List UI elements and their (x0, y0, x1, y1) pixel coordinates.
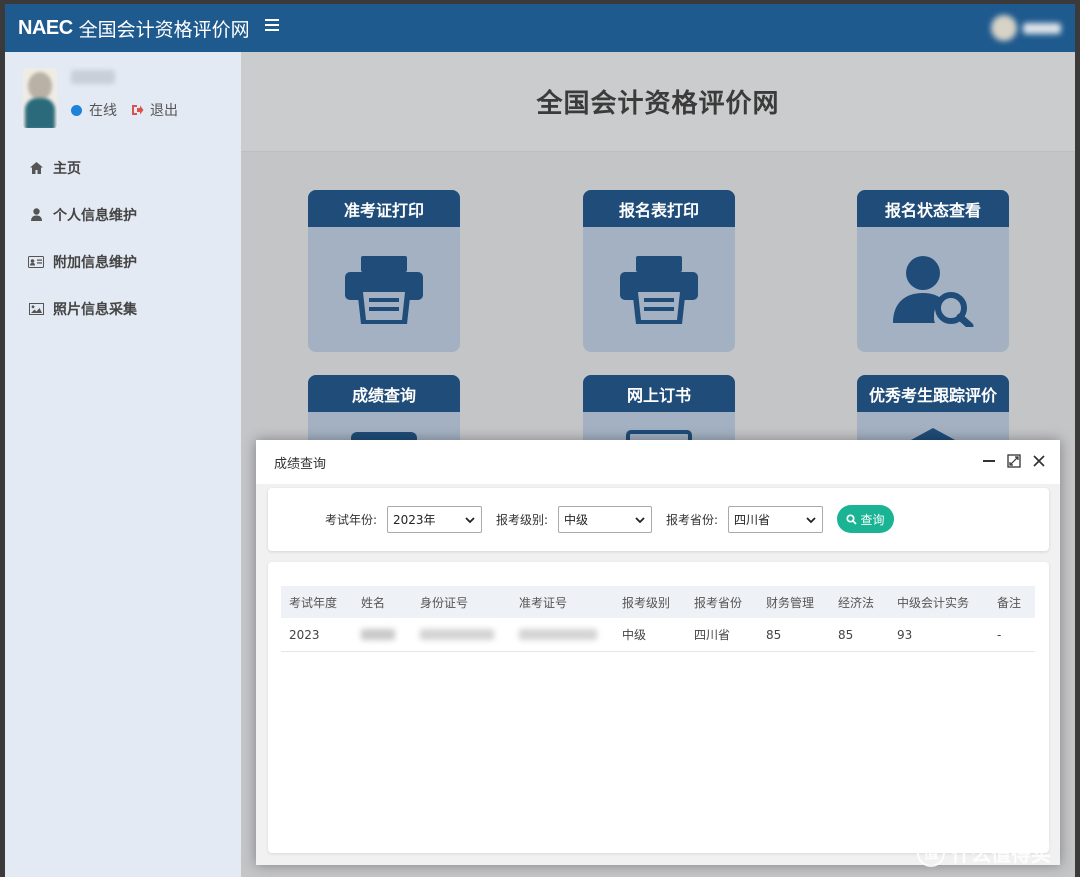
tile-admission-print[interactable]: 准考证打印 (308, 190, 460, 352)
sidebar-item-label: 附加信息维护 (53, 254, 137, 271)
column-header: 身份证号 (420, 595, 469, 610)
column-header: 中级会计实务 (897, 595, 970, 610)
menu-toggle-icon[interactable] (265, 19, 279, 34)
close-icon[interactable] (1030, 452, 1048, 470)
column-header: 备注 (997, 595, 1022, 610)
tile-label: 准考证打印 (308, 190, 460, 227)
year-select-value: 2023年 (393, 513, 436, 527)
search-filter-bar: 考试年份: 2023年 报考级别: 中级 报考省份: 四川省 查询 (268, 488, 1049, 551)
column-header: 姓名 (361, 595, 386, 610)
column-header: 准考证号 (519, 595, 568, 610)
cell-intermediate-accounting: 93 (897, 627, 913, 642)
query-button-label: 查询 (860, 512, 885, 527)
username-redacted (71, 70, 115, 84)
sidebar-item-label: 照片信息采集 (53, 301, 137, 318)
sidebar-item-additional-info[interactable]: 附加信息维护 (5, 238, 241, 285)
tile-label: 网上订书 (583, 375, 735, 412)
table-header: 考试年度 姓名 身份证号 准考证号 报考级别 报考省份 财务管理 经济法 中级会… (281, 586, 1035, 618)
user-search-icon (857, 227, 1009, 352)
tile-label: 报名表打印 (583, 190, 735, 227)
province-label: 报考省份: (666, 513, 719, 527)
top-bar: NAEC 全国会计资格评价网 (5, 4, 1075, 52)
score-query-dialog: 成绩查询 考试年份: 2023年 报考级别: 中级 报考省份: 四川省 查询 考… (256, 440, 1060, 865)
cell-year: 2023 (289, 627, 320, 642)
cell-province: 四川省 (694, 628, 731, 642)
query-button[interactable]: 查询 (837, 505, 894, 533)
cell-id-number-redacted (420, 618, 494, 651)
avatar (23, 68, 57, 128)
top-user-menu[interactable] (991, 15, 1061, 41)
minimize-icon[interactable] (980, 452, 998, 470)
home-icon (27, 161, 45, 174)
online-dot-icon (71, 104, 82, 116)
level-label: 报考级别: (496, 513, 549, 527)
score-table: 考试年度 姓名 身份证号 准考证号 报考级别 报考省份 财务管理 经济法 中级会… (268, 562, 1049, 853)
watermark: 值 什么值得买 (917, 838, 1051, 867)
user-profile: 在线 退出 (5, 62, 241, 136)
tile-registration-print[interactable]: 报名表打印 (583, 190, 735, 352)
cell-admission-number-redacted (519, 618, 597, 651)
online-status-label: 在线 (89, 103, 117, 119)
top-avatar (991, 15, 1017, 41)
sidebar-item-photo[interactable]: 照片信息采集 (5, 285, 241, 332)
image-icon (27, 302, 45, 315)
dialog-header: 成绩查询 (256, 440, 1060, 484)
cell-level: 中级 (622, 628, 647, 642)
watermark-logo-icon: 值 (917, 838, 945, 867)
chevron-down-icon (806, 517, 816, 524)
printer-icon (583, 227, 735, 352)
level-select-value: 中级 (564, 513, 589, 527)
tile-label: 成绩查询 (308, 375, 460, 412)
watermark-text: 什么值得买 (951, 842, 1051, 866)
app-window: NAEC 全国会计资格评价网 在线 退出 主页 个人信息维护 附加信息维护 照片… (5, 4, 1075, 877)
printer-icon (308, 227, 460, 352)
province-select[interactable]: 四川省 (728, 506, 823, 533)
cell-economic-law: 85 (838, 627, 854, 642)
main-header: 全国会计资格评价网 (241, 52, 1075, 152)
tile-label: 优秀考生跟踪评价 (857, 375, 1009, 412)
chevron-down-icon (465, 517, 475, 524)
province-select-value: 四川省 (734, 513, 771, 527)
dialog-title: 成绩查询 (274, 456, 327, 472)
brand-name: 全国会计资格评价网 (78, 18, 250, 41)
top-username-redacted (1023, 22, 1061, 34)
column-header: 报考级别 (622, 595, 671, 610)
cell-financial-management: 85 (766, 627, 782, 642)
column-header: 经济法 (838, 595, 875, 610)
sidebar-nav: 主页 个人信息维护 附加信息维护 照片信息采集 (5, 144, 241, 332)
column-header: 考试年度 (289, 595, 338, 610)
user-status: 在线 退出 (71, 100, 178, 120)
sidebar-item-label: 主页 (53, 160, 81, 177)
sidebar-item-home[interactable]: 主页 (5, 144, 241, 191)
sidebar-item-profile[interactable]: 个人信息维护 (5, 191, 241, 238)
chevron-down-icon (635, 517, 645, 524)
brand[interactable]: NAEC 全国会计资格评价网 (18, 15, 250, 42)
cell-remark: - (997, 627, 1002, 642)
year-select[interactable]: 2023年 (387, 506, 482, 533)
maximize-icon[interactable] (1005, 452, 1023, 470)
logout-icon[interactable] (131, 104, 144, 116)
year-label: 考试年份: (325, 513, 378, 527)
column-header: 财务管理 (766, 595, 815, 610)
column-header: 报考省份 (694, 595, 743, 610)
brand-logo-text: NAEC (18, 16, 73, 39)
logout-link[interactable]: 退出 (150, 100, 178, 120)
cell-name-redacted (361, 618, 395, 651)
sidebar-item-label: 个人信息维护 (53, 207, 137, 224)
tile-label: 报名状态查看 (857, 190, 1009, 227)
user-icon (27, 208, 45, 221)
table-row: 2023 中级 四川省 85 85 93 - (281, 618, 1035, 652)
tile-registration-status[interactable]: 报名状态查看 (857, 190, 1009, 352)
sidebar: 在线 退出 主页 个人信息维护 附加信息维护 照片信息采集 (5, 52, 241, 877)
id-card-icon (27, 255, 45, 268)
page-title: 全国会计资格评价网 (536, 89, 780, 119)
search-icon (846, 513, 858, 525)
level-select[interactable]: 中级 (558, 506, 652, 533)
